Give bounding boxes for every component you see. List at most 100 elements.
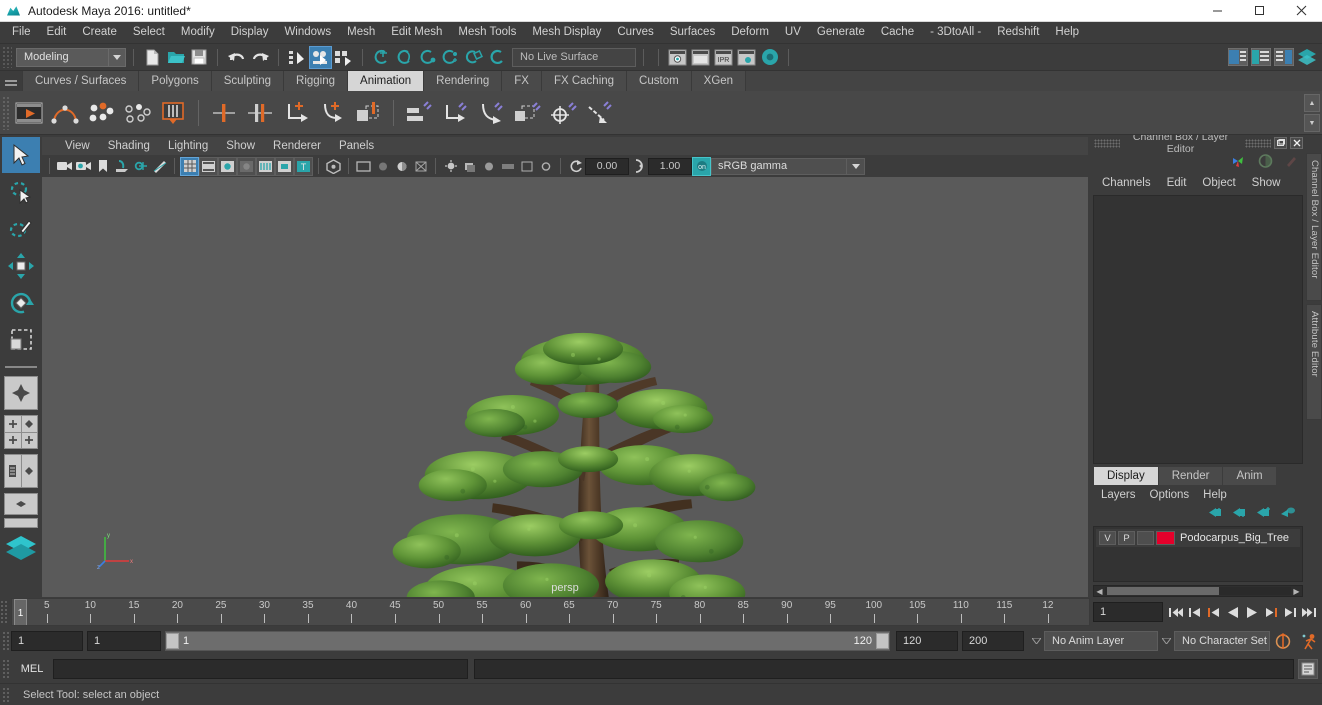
depth-of-field-icon[interactable]: [536, 157, 555, 176]
aim-constraint-icon[interactable]: [545, 95, 581, 131]
vertical-tab-attribute-editor[interactable]: Attribute Editor: [1306, 304, 1322, 420]
snap-to-point-icon[interactable]: [416, 46, 439, 69]
live-surface-field[interactable]: No Live Surface: [512, 47, 636, 67]
time-slider[interactable]: 1 5 10 15 20 25 30 35 40 45 50 55 60 65 70 75 80 85 90 95 1…: [11, 598, 1090, 626]
shelf-tab-rigging[interactable]: Rigging: [284, 71, 349, 91]
layer-visibility-toggle[interactable]: V: [1099, 531, 1116, 545]
channel-box-grip-right[interactable]: [1245, 138, 1271, 148]
menu-uv[interactable]: UV: [777, 23, 809, 42]
command-line-grip[interactable]: [2, 659, 11, 679]
viewcube-icon[interactable]: [324, 157, 343, 176]
rotate-tool[interactable]: [2, 285, 40, 321]
scale-constraint-icon[interactable]: [509, 95, 545, 131]
bookmark-icon[interactable]: [93, 157, 112, 176]
menu-edit[interactable]: Edit: [39, 23, 75, 42]
layer-tab-render[interactable]: Render: [1158, 467, 1223, 485]
menu-cache[interactable]: Cache: [873, 23, 922, 42]
shadows-icon[interactable]: [460, 157, 479, 176]
snap-to-curve-icon[interactable]: [393, 46, 416, 69]
snap-to-view-plane-icon[interactable]: [462, 46, 485, 69]
channel-box-content[interactable]: [1093, 195, 1303, 464]
play-forwards-icon[interactable]: [1242, 602, 1261, 622]
layer-tab-display[interactable]: Display: [1094, 467, 1158, 485]
redo-icon[interactable]: [248, 46, 271, 69]
layer-scroll-right-icon[interactable]: ▶: [1291, 587, 1302, 596]
layer-scroll-track[interactable]: [1105, 587, 1291, 595]
help-line-grip[interactable]: [2, 686, 11, 703]
go-to-end-icon[interactable]: [1299, 602, 1318, 622]
statusline-grip[interactable]: [2, 46, 12, 68]
persp-graph-layout[interactable]: [4, 518, 38, 528]
wireframe-mode-icon[interactable]: [411, 157, 430, 176]
viewport-menu-renderer[interactable]: Renderer: [264, 140, 330, 152]
menu-surfaces[interactable]: Surfaces: [662, 23, 723, 42]
attribute-editor-icon[interactable]: [1257, 153, 1274, 172]
menu-deform[interactable]: Deform: [723, 23, 777, 42]
anim-start-field[interactable]: 1: [11, 631, 83, 651]
grease-pencil-icon[interactable]: [150, 157, 169, 176]
xray-mode-icon[interactable]: [373, 157, 392, 176]
ik-spline-icon[interactable]: [314, 95, 350, 131]
menu-file[interactable]: File: [4, 23, 39, 42]
menu-display[interactable]: Display: [223, 23, 277, 42]
anim-end-field[interactable]: 200: [962, 631, 1024, 651]
gamma-field[interactable]: 1.00: [648, 157, 692, 175]
menu-modify[interactable]: Modify: [173, 23, 223, 42]
layer-new-icon[interactable]: [1256, 506, 1272, 522]
menu-curves[interactable]: Curves: [609, 23, 661, 42]
channel-box-float-button[interactable]: [1274, 137, 1287, 149]
channel-box-menu-object[interactable]: Object: [1194, 177, 1243, 189]
new-scene-icon[interactable]: [141, 46, 164, 69]
set-key-rotate-icon[interactable]: [242, 95, 278, 131]
paint-select-tool[interactable]: [2, 211, 40, 247]
menu-edit-mesh[interactable]: Edit Mesh: [383, 23, 450, 42]
shelf-scroll-down-icon[interactable]: ▼: [1304, 114, 1320, 132]
ipr-render-icon[interactable]: IPR: [712, 46, 735, 69]
tool-settings-icon[interactable]: [1284, 154, 1298, 171]
range-start-field[interactable]: 1: [87, 631, 161, 651]
select-tool[interactable]: [2, 137, 40, 173]
snap-to-grid-icon[interactable]: [370, 46, 393, 69]
xray-joints-icon[interactable]: T: [294, 156, 313, 176]
shelf-tab-fx[interactable]: FX: [502, 71, 542, 91]
show-hide-attribute-editor-icon[interactable]: [1226, 46, 1249, 69]
layer-menu-layers[interactable]: Layers: [1094, 489, 1143, 501]
color-management-toggle-icon[interactable]: on: [692, 156, 711, 176]
maximize-button[interactable]: [1238, 0, 1280, 22]
channel-box-menu-show[interactable]: Show: [1244, 177, 1289, 189]
shelf-grip[interactable]: [2, 95, 11, 130]
color-profile-field[interactable]: sRGB gamma: [711, 157, 847, 175]
step-forward-key-icon[interactable]: [1261, 602, 1280, 622]
single-perspective-layout[interactable]: [4, 376, 38, 410]
range-chevron-down-icon[interactable]: [1028, 638, 1044, 644]
channel-box-close-button[interactable]: [1290, 137, 1303, 149]
menu-redshift[interactable]: Redshift: [989, 23, 1047, 42]
menu-3dtoall[interactable]: - 3DtoAll -: [922, 23, 989, 42]
exposure-field[interactable]: 0.00: [585, 157, 629, 175]
render-current-frame-icon[interactable]: [666, 46, 689, 69]
shelf-handle-icon[interactable]: [0, 71, 22, 91]
select-by-hierarchy-icon[interactable]: [286, 46, 309, 69]
menuset-chevron-down-icon[interactable]: [109, 47, 126, 67]
shelf-tab-xgen[interactable]: XGen: [691, 71, 747, 91]
layer-name[interactable]: Podocarpus_Big_Tree: [1180, 532, 1289, 544]
channel-box-menu-edit[interactable]: Edit: [1159, 177, 1195, 189]
set-key-translate-icon[interactable]: [206, 95, 242, 131]
scale-tool[interactable]: [2, 322, 40, 358]
film-gate-icon[interactable]: [199, 156, 218, 176]
range-end-handle[interactable]: [876, 633, 889, 649]
shelf-tab-fx-caching[interactable]: FX Caching: [541, 71, 628, 91]
anim-layer-chevron-down-icon[interactable]: [1158, 638, 1174, 644]
viewport-menu-view[interactable]: View: [56, 140, 99, 152]
script-editor-icon[interactable]: [1298, 659, 1318, 679]
layer-playback-toggle[interactable]: P: [1118, 531, 1135, 545]
grid-icon[interactable]: [180, 156, 199, 176]
step-back-key-icon[interactable]: [1204, 602, 1223, 622]
current-frame-field[interactable]: 1: [1093, 602, 1163, 622]
play-backwards-icon[interactable]: [1223, 602, 1242, 622]
ik-handle-icon[interactable]: [278, 95, 314, 131]
layer-menu-options[interactable]: Options: [1143, 489, 1197, 501]
menu-mesh[interactable]: Mesh: [339, 23, 383, 42]
animation-preferences-icon[interactable]: [1296, 633, 1322, 650]
playblast-icon[interactable]: [11, 95, 47, 131]
